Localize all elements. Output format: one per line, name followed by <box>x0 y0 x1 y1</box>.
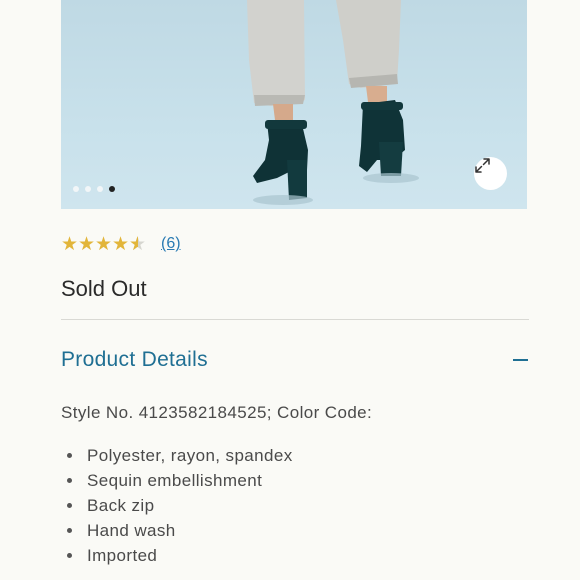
expand-arrows-icon <box>475 158 490 173</box>
carousel-dot[interactable] <box>85 186 91 192</box>
list-item: Hand wash <box>61 518 293 543</box>
list-item: Imported <box>61 543 293 568</box>
review-count-link[interactable]: (6) <box>161 235 181 253</box>
product-rating: ★ ★ ★ ★ ★ ★ (6) <box>61 234 181 254</box>
product-photo <box>247 0 419 205</box>
carousel-dot[interactable] <box>97 186 103 192</box>
expand-image-button[interactable] <box>474 157 507 190</box>
availability-status: Sold Out <box>61 276 147 301</box>
product-details-toggle[interactable]: Product Details <box>61 345 529 375</box>
product-page: ★ ★ ★ ★ ★ ★ (6) Sold Out Product Details … <box>0 0 580 580</box>
product-image-gallery[interactable] <box>61 0 527 209</box>
list-item: Polyester, rayon, spandex <box>61 443 293 468</box>
star-icon: ★ <box>95 233 113 255</box>
list-item: Sequin embellishment <box>61 468 293 493</box>
carousel-dot-active[interactable] <box>109 186 115 192</box>
minus-icon <box>513 359 528 361</box>
divider <box>61 319 529 320</box>
list-item: Back zip <box>61 493 293 518</box>
carousel-dot[interactable] <box>73 186 79 192</box>
style-number: Style No. 4123582184525; Color Code: <box>61 403 373 422</box>
feature-list: Polyester, rayon, spandex Sequin embelli… <box>61 443 293 568</box>
rating-stars: ★ ★ ★ ★ ★ ★ <box>61 234 146 254</box>
star-icon: ★ <box>61 233 79 255</box>
product-details-title: Product Details <box>61 348 208 371</box>
carousel-pagination <box>73 186 115 192</box>
half-star-icon: ★ ★ <box>129 233 147 255</box>
star-icon: ★ <box>78 233 96 255</box>
star-icon: ★ <box>112 233 130 255</box>
